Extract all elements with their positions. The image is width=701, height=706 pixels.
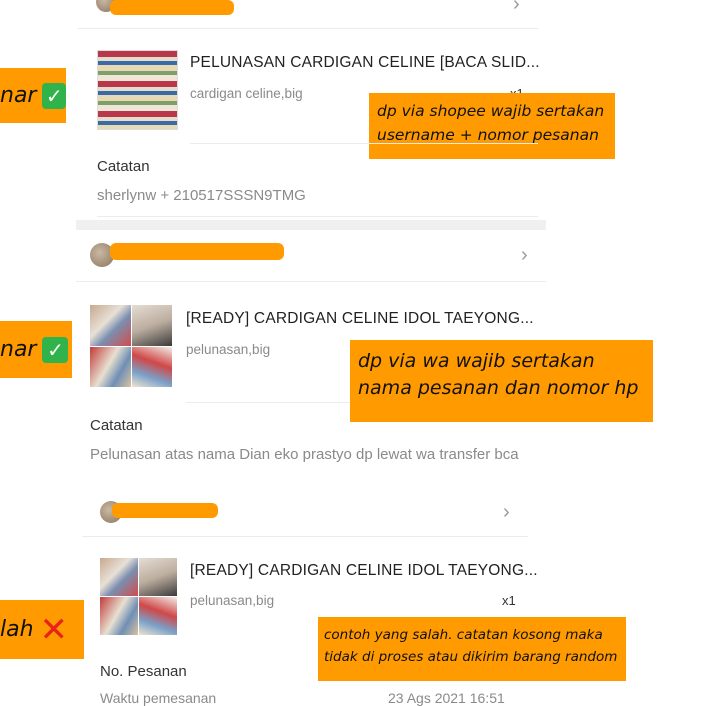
annotation-callout: dp via wa wajib sertakan nama pesanan da…: [350, 340, 653, 422]
divider: [82, 536, 528, 537]
divider: [78, 28, 538, 29]
product-thumbnail[interactable]: [90, 305, 172, 387]
thumb-tile: [100, 597, 138, 635]
thumb-tile: [131, 305, 172, 346]
product-variant: cardigan celine,big: [190, 86, 303, 101]
order-number-label: No. Pesanan: [100, 663, 187, 680]
product-variant: pelunasan,big: [186, 342, 271, 357]
product-title[interactable]: PELUNASAN CARDIGAN CELINE [BACA SLID...: [190, 54, 540, 72]
product-title[interactable]: [READY] CARDIGAN CELINE IDOL TAEYONG...: [190, 562, 538, 580]
product-quantity: x1: [502, 593, 516, 608]
redacted-shop-name: [110, 243, 284, 260]
side-tag-text: lah: [0, 617, 34, 642]
check-icon: ✓: [42, 336, 69, 363]
order-time-value: 23 Ags 2021 16:51: [388, 690, 505, 706]
divider: [97, 216, 538, 217]
correct-example-tag: nar ✓: [0, 68, 66, 123]
order-time-label: Waktu pemesanan: [100, 690, 217, 706]
wrong-example-tag: lah ✕: [0, 600, 84, 659]
annotation-callout: dp via shopee wajib sertakan username + …: [369, 93, 615, 159]
note-text: sherlynw + 210517SSSN9TMG: [97, 187, 306, 204]
thumb-tile: [90, 305, 131, 346]
annotation-callout: contoh yang salah. catatan kosong maka t…: [318, 617, 626, 681]
thumb-tile: [139, 558, 177, 596]
product-title[interactable]: [READY] CARDIGAN CELINE IDOL TAEYONG...: [186, 310, 534, 328]
cross-icon: ✕: [39, 609, 69, 650]
correct-example-tag: nar ✓: [0, 321, 72, 378]
product-variant: pelunasan,big: [190, 593, 275, 608]
side-tag-text: nar: [0, 337, 37, 362]
divider: [190, 143, 538, 144]
section-gap: [76, 220, 546, 230]
thumb-tile: [90, 346, 131, 387]
divider: [186, 402, 350, 403]
chevron-right-icon[interactable]: ›: [521, 245, 528, 265]
side-tag-text: nar: [0, 83, 37, 108]
product-thumbnail[interactable]: [100, 558, 177, 635]
divider: [76, 281, 546, 282]
note-label: Catatan: [90, 417, 143, 434]
thumb-tile: [139, 597, 177, 635]
note-label: Catatan: [97, 158, 150, 175]
redacted-shop-name: [112, 503, 218, 518]
thumb-tile: [100, 558, 138, 596]
redacted-shop-name: [110, 0, 234, 15]
chevron-right-icon[interactable]: ›: [503, 502, 510, 522]
note-text: Pelunasan atas nama Dian eko prastyo dp …: [90, 446, 519, 463]
check-icon: ✓: [42, 82, 66, 109]
chevron-right-icon[interactable]: ›: [513, 0, 520, 14]
product-thumbnail[interactable]: [97, 50, 178, 130]
thumb-tile: [131, 346, 172, 387]
